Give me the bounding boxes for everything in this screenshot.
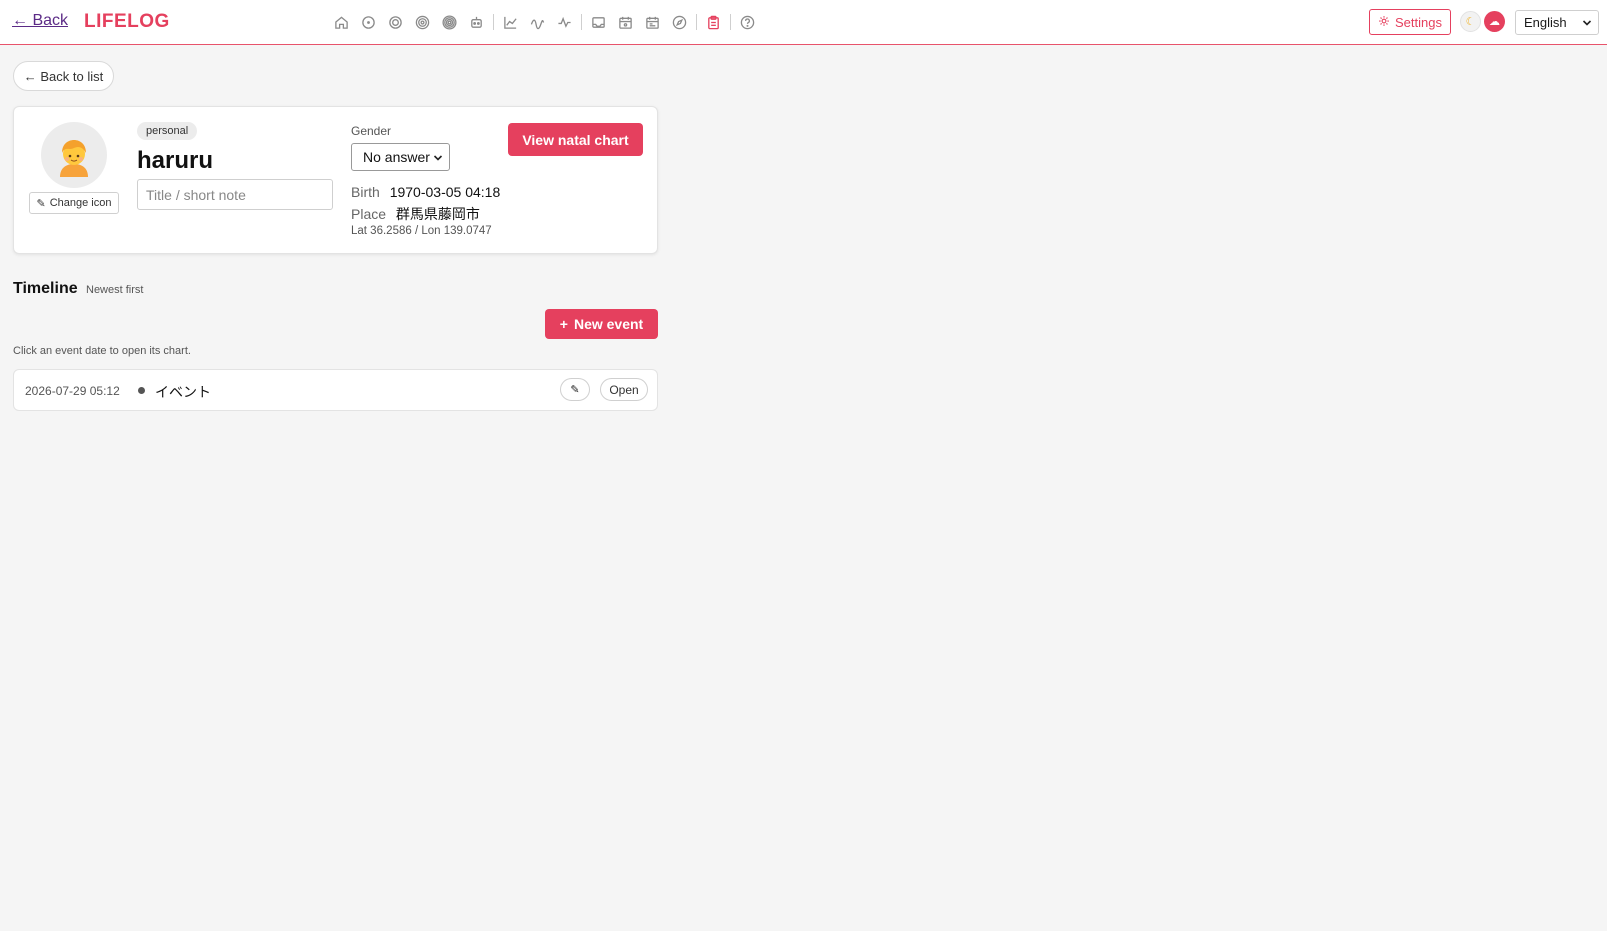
place-row: Place 群馬県藤岡市 (351, 204, 480, 224)
language-select[interactable]: English (1515, 10, 1599, 35)
place-value: 群馬県藤岡市 (395, 206, 480, 222)
new-event-button[interactable]: + New event (545, 309, 658, 339)
plus-icon: + (559, 316, 568, 332)
back-link[interactable]: ← Back (12, 12, 68, 30)
open-event-button[interactable]: Open (600, 378, 648, 401)
dark-mode-toggle[interactable]: ☾ (1460, 11, 1481, 32)
brand-logo[interactable]: LIFELOG (84, 11, 170, 33)
edit-event-button[interactable]: ✎ (560, 378, 590, 401)
multi-ring-icon[interactable] (436, 12, 463, 32)
wave-icon[interactable] (524, 12, 551, 32)
compass-icon[interactable] (666, 12, 693, 32)
double-ring-icon[interactable] (409, 12, 436, 32)
gender-label: Gender (351, 124, 392, 138)
timeline-order-label: Newest first (86, 284, 144, 296)
gear-icon (1378, 15, 1390, 30)
list-item: 2026-07-29 05:12 イベント ✎ Open (13, 369, 658, 411)
nav-divider (730, 14, 731, 30)
robot-icon[interactable] (463, 12, 490, 32)
gender-selected: No answer (363, 149, 430, 165)
pencil-icon: ✎ (36, 197, 46, 210)
top-header: ← Back LIFELOG Settings ☾ ☁ English (0, 0, 1607, 45)
event-date-link[interactable]: 2026-07-29 05:12 (25, 384, 120, 398)
cloud-icon: ☁ (1489, 16, 1500, 28)
settings-label: Settings (1395, 14, 1442, 30)
concentric-circle-icon[interactable] (382, 12, 409, 32)
gender-select[interactable]: No answer (351, 143, 450, 171)
calendar-icon[interactable] (612, 12, 639, 32)
title-input[interactable] (137, 179, 333, 210)
mail-icon[interactable] (585, 12, 612, 32)
change-icon-label: Change icon (49, 197, 112, 209)
timeline-hint: Click an event date to open its chart. (13, 345, 191, 357)
nav-divider (696, 14, 697, 30)
event-dot (138, 387, 145, 394)
view-natal-chart-button[interactable]: View natal chart (508, 123, 643, 156)
back-to-list-button[interactable]: ← Back to list (13, 61, 114, 91)
birth-value: 1970-03-05 04:18 (389, 184, 501, 200)
change-icon-button[interactable]: ✎ Change icon (29, 192, 119, 214)
profile-card: ✎ Change icon personal haruru Gender No … (13, 106, 658, 254)
language-selected: English (1524, 15, 1567, 30)
clipboard-icon[interactable] (700, 12, 727, 32)
pencil-icon: ✎ (570, 384, 580, 396)
calendar-grid-icon[interactable] (639, 12, 666, 32)
person-emoji-icon (60, 140, 88, 177)
birth-row: Birth 1970-03-05 04:18 (351, 184, 500, 200)
new-event-label: New event (573, 316, 644, 332)
avatar[interactable] (41, 122, 107, 188)
cloud-toggle[interactable]: ☁ (1484, 11, 1505, 32)
event-title: イベント (155, 384, 211, 400)
help-icon[interactable] (734, 12, 761, 32)
category-badge: personal (137, 122, 198, 140)
birth-label: Birth (351, 184, 380, 200)
circle-dot-icon[interactable] (355, 12, 382, 32)
pulse-icon[interactable] (551, 12, 578, 32)
settings-button[interactable]: Settings (1369, 9, 1451, 35)
chevron-down-icon (1582, 20, 1592, 26)
timeline-title: Timeline (13, 280, 78, 297)
home-icon[interactable] (328, 12, 355, 32)
moon-icon: ☾ (1465, 16, 1476, 28)
chevron-down-icon (433, 155, 443, 161)
nav-divider (581, 14, 582, 30)
nav-divider (493, 14, 494, 30)
lat-lon: Lat 36.2586 / Lon 139.0747 (351, 225, 492, 237)
nav-toolbar (328, 12, 761, 32)
person-name: haruru (137, 147, 214, 174)
line-chart-icon[interactable] (497, 12, 524, 32)
place-label: Place (351, 206, 387, 222)
